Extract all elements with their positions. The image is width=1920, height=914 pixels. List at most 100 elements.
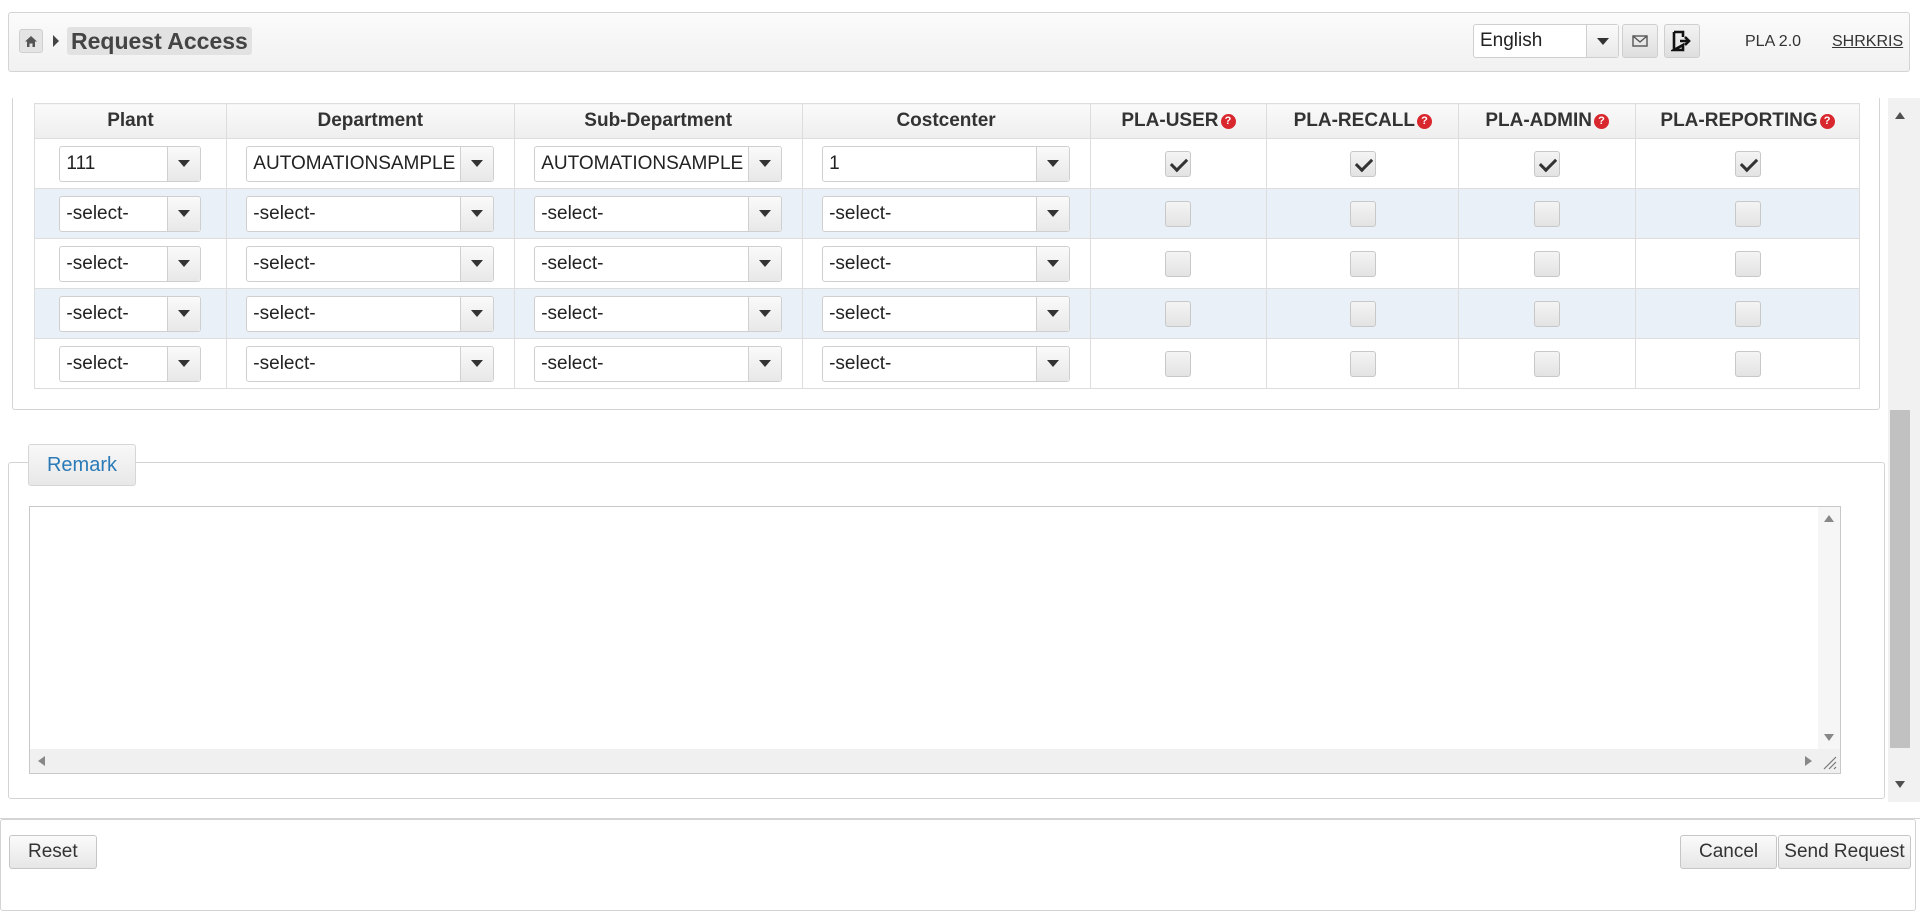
chevron-down-icon[interactable] [460,196,494,231]
department-select[interactable]: -select- [246,345,495,382]
table-cell: -select- [513,238,803,289]
pla-reporting-checkbox[interactable] [1734,350,1761,377]
pla-user-checkbox[interactable] [1165,300,1192,327]
chevron-down-icon[interactable] [748,146,782,181]
chevron-down-icon[interactable] [460,346,494,381]
scroll-up-arrow-icon[interactable] [1895,112,1905,119]
department-select[interactable]: -select- [246,195,495,232]
resize-handle-icon[interactable] [1818,749,1840,773]
send-request-button[interactable]: Send Request [1778,835,1911,869]
costcenter-select[interactable]: -select- [822,345,1071,382]
sub-department-select[interactable]: -select- [534,295,783,332]
column-header-pla-recall[interactable]: PLA-RECALL? [1266,103,1460,139]
help-icon[interactable]: ? [1220,114,1236,129]
pla-reporting-checkbox[interactable] [1734,300,1761,327]
scrollbar-thumb[interactable] [1890,410,1910,748]
column-header-department[interactable]: Department [225,103,515,139]
pla-user-checkbox[interactable] [1165,200,1192,227]
column-header-pla-reporting[interactable]: PLA-REPORTING? [1635,103,1860,139]
pla-user-checkbox[interactable] [1165,150,1192,177]
pla-user-checkbox[interactable] [1165,350,1192,377]
sub-department-select[interactable]: AUTOMATIONSAMPLE [534,145,783,182]
department-select[interactable]: -select- [246,295,495,332]
cancel-button[interactable]: Cancel [1680,835,1778,869]
language-select[interactable]: English [1473,24,1619,58]
plant-select[interactable]: -select- [59,345,202,382]
scroll-up-arrow-icon[interactable] [1824,515,1834,522]
home-icon[interactable] [19,29,43,53]
pla-recall-checkbox[interactable] [1349,300,1376,327]
chevron-down-icon[interactable] [748,196,782,231]
sub-department-select[interactable]: -select- [534,245,783,282]
chevron-down-icon[interactable] [1036,196,1070,231]
page-scrollbar[interactable] [1888,98,1920,802]
column-header-label: Sub-Department [584,110,733,131]
pla-admin-checkbox[interactable] [1534,300,1561,327]
costcenter-select[interactable]: 1 [822,145,1071,182]
pla-recall-checkbox[interactable] [1349,250,1376,277]
chevron-down-icon[interactable] [167,346,201,381]
column-header-sub-department[interactable]: Sub-Department [513,103,803,139]
chevron-down-icon[interactable] [1586,25,1618,57]
scroll-down-arrow-icon[interactable] [1824,734,1834,741]
column-header-costcenter[interactable]: Costcenter [801,103,1091,139]
plant-select[interactable]: -select- [59,245,202,282]
plant-select[interactable]: -select- [59,195,202,232]
scroll-left-arrow-icon[interactable] [38,756,45,766]
column-header-pla-user[interactable]: PLA-USER? [1089,103,1268,139]
user-link[interactable]: SHRKRIS [1832,33,1903,51]
remark-horizontal-scrollbar[interactable] [30,749,1820,773]
chevron-down-icon[interactable] [1036,346,1070,381]
chevron-down-icon[interactable] [460,146,494,181]
chevron-down-icon[interactable] [167,196,201,231]
plant-select[interactable]: 111 [59,145,202,182]
reset-button[interactable]: Reset [9,835,97,869]
remark-textarea[interactable] [30,507,1822,749]
pla-admin-checkbox[interactable] [1534,250,1561,277]
pla-admin-checkbox[interactable] [1534,200,1561,227]
table-row: -select- -select- -select- -select- [34,288,1860,339]
mail-icon[interactable] [1622,24,1658,58]
chevron-down-icon[interactable] [1036,246,1070,281]
chevron-down-icon[interactable] [748,296,782,331]
help-icon[interactable]: ? [1819,114,1835,129]
column-header-plant[interactable]: Plant [34,103,227,139]
help-icon[interactable]: ? [1593,114,1609,129]
pla-admin-checkbox[interactable] [1534,150,1561,177]
pla-admin-checkbox[interactable] [1534,350,1561,377]
chevron-down-icon[interactable] [167,296,201,331]
pla-user-checkbox[interactable] [1165,250,1192,277]
table-cell [1089,138,1268,189]
plant-select-value: -select- [66,352,129,374]
chevron-down-icon[interactable] [1036,146,1070,181]
remark-vertical-scrollbar[interactable] [1818,507,1840,749]
costcenter-select[interactable]: -select- [822,245,1071,282]
sub-department-select[interactable]: -select- [534,195,783,232]
chevron-down-icon[interactable] [460,246,494,281]
costcenter-select[interactable]: -select- [822,195,1071,232]
column-header-pla-admin[interactable]: PLA-ADMIN? [1458,103,1637,139]
table-cell [1458,238,1637,289]
chevron-down-icon[interactable] [748,346,782,381]
scroll-down-arrow-icon[interactable] [1895,781,1905,788]
pla-recall-checkbox[interactable] [1349,350,1376,377]
help-icon[interactable]: ? [1416,114,1432,129]
chevron-down-icon[interactable] [167,246,201,281]
chevron-down-icon[interactable] [460,296,494,331]
plant-select[interactable]: -select- [59,295,202,332]
chevron-down-icon[interactable] [1036,296,1070,331]
pla-reporting-checkbox[interactable] [1734,250,1761,277]
department-select[interactable]: -select- [246,245,495,282]
department-select[interactable]: AUTOMATIONSAMPLE [246,145,495,182]
logout-icon[interactable] [1664,24,1700,58]
scroll-right-arrow-icon[interactable] [1805,756,1812,766]
chevron-down-icon[interactable] [748,246,782,281]
pla-reporting-checkbox[interactable] [1734,150,1761,177]
chevron-down-icon[interactable] [167,146,201,181]
pla-recall-checkbox[interactable] [1349,150,1376,177]
sub-department-select[interactable]: -select- [534,345,783,382]
pla-reporting-checkbox[interactable] [1734,200,1761,227]
table-cell [1635,188,1860,239]
costcenter-select[interactable]: -select- [822,295,1071,332]
pla-recall-checkbox[interactable] [1349,200,1376,227]
